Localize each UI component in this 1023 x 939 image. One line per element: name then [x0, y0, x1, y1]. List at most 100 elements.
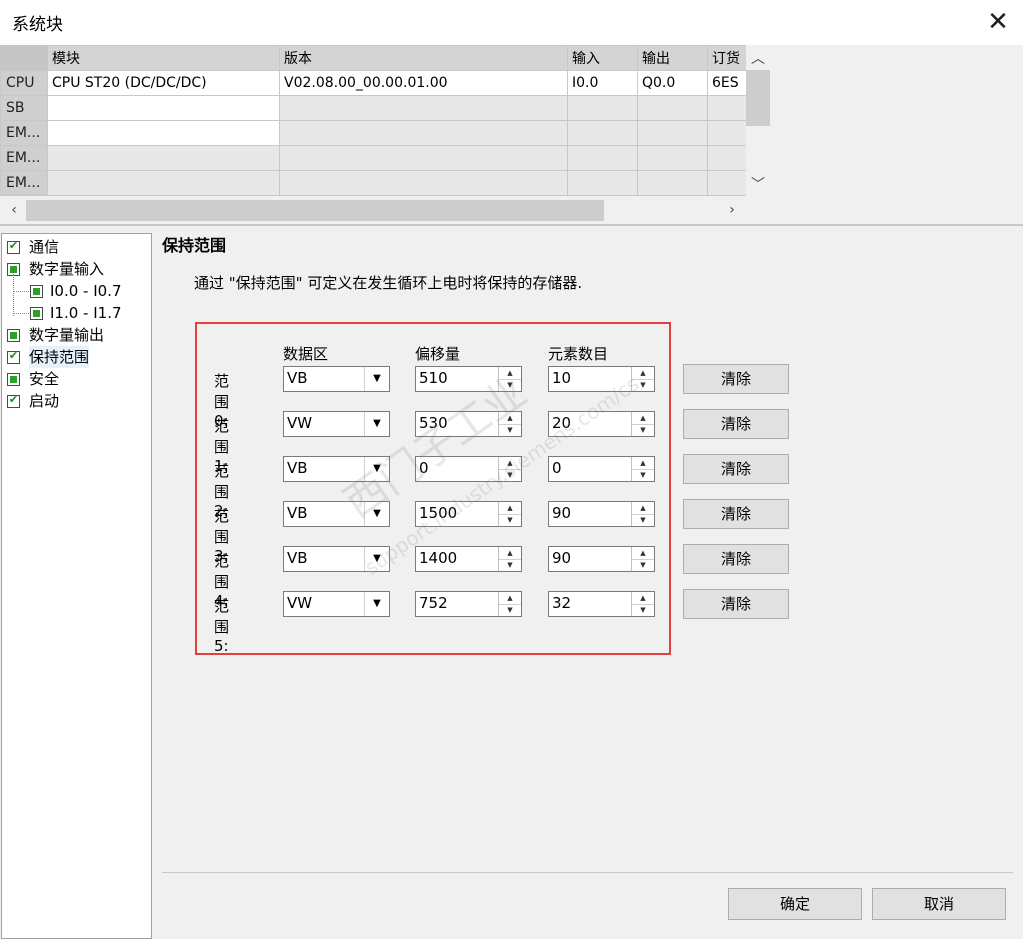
triangle-down-icon[interactable]: ▼	[364, 367, 389, 391]
column-header-input[interactable]: 输入	[567, 45, 638, 71]
spin-buttons: ▲ ▼	[498, 502, 521, 526]
table-row[interactable]: EM...	[0, 145, 747, 171]
offset-spinbox[interactable]: 752 ▲ ▼	[415, 591, 522, 617]
cell-module[interactable]	[47, 145, 280, 171]
tree-connector	[13, 291, 29, 292]
cancel-button[interactable]: 取消	[872, 888, 1006, 920]
tree-item-label: 通信	[29, 238, 60, 256]
cell-order[interactable]	[707, 170, 747, 196]
spin-down-icon[interactable]: ▼	[632, 424, 654, 436]
square-icon	[30, 285, 43, 298]
check-icon: ✔	[7, 393, 20, 408]
cell-order[interactable]: 6ES	[707, 70, 747, 96]
data-area-select[interactable]: VW ▼	[283, 411, 390, 437]
tree-item-label: I1.0 - I1.7	[50, 304, 122, 322]
square-icon	[7, 329, 20, 342]
cell-output[interactable]	[637, 95, 708, 121]
row-header[interactable]: SB	[0, 95, 48, 121]
data-area-select[interactable]: VB ▼	[283, 366, 390, 392]
data-area-value: VB	[287, 504, 308, 522]
cell-order[interactable]	[707, 120, 747, 146]
cell-version[interactable]	[279, 145, 568, 171]
count-spinbox[interactable]: 32 ▲ ▼	[548, 591, 655, 617]
spin-buttons: ▲ ▼	[498, 592, 521, 616]
row-header[interactable]: EM...	[0, 120, 48, 146]
clear-button[interactable]: 清除	[683, 589, 789, 619]
spin-down-icon[interactable]: ▼	[632, 604, 654, 616]
count-spinbox[interactable]: 0 ▲ ▼	[548, 456, 655, 482]
cell-version[interactable]	[279, 95, 568, 121]
triangle-down-icon[interactable]: ▼	[364, 592, 389, 616]
clear-button[interactable]: 清除	[683, 544, 789, 574]
chevron-left-icon[interactable]: ‹	[2, 198, 26, 222]
row-header[interactable]: EM...	[0, 170, 48, 196]
offset-spinbox[interactable]: 1400 ▲ ▼	[415, 546, 522, 572]
table-row[interactable]: SB	[0, 95, 747, 121]
window-title: 系统块	[12, 15, 63, 35]
cell-order[interactable]	[707, 95, 747, 121]
column-header-module[interactable]: 模块	[47, 45, 280, 71]
column-header-version[interactable]: 版本	[279, 45, 568, 71]
cell-module[interactable]	[47, 120, 280, 146]
spin-down-icon[interactable]: ▼	[632, 559, 654, 571]
table-row[interactable]: EM...	[0, 120, 747, 146]
clear-button[interactable]: 清除	[683, 364, 789, 394]
data-area-select[interactable]: VW ▼	[283, 591, 390, 617]
cell-output[interactable]	[637, 170, 708, 196]
column-label-area: 数据区	[283, 345, 329, 363]
chevron-up-icon[interactable]: ︿	[746, 47, 770, 71]
chevron-right-icon[interactable]: ›	[720, 198, 744, 222]
cell-output[interactable]	[637, 145, 708, 171]
spin-down-icon[interactable]: ▼	[632, 469, 654, 481]
cell-version[interactable]: V02.08.00_00.00.01.00	[279, 70, 568, 96]
tree-item-label: 数字量输出	[29, 326, 105, 344]
cell-output[interactable]	[637, 120, 708, 146]
count-spinbox[interactable]: 90 ▲ ▼	[548, 501, 655, 527]
cell-input[interactable]	[567, 95, 638, 121]
cell-input[interactable]	[567, 145, 638, 171]
cell-version[interactable]	[279, 170, 568, 196]
row-header[interactable]: CPU	[0, 70, 48, 96]
spin-down-icon[interactable]: ▼	[499, 604, 521, 616]
cell-module[interactable]	[47, 170, 280, 196]
column-header-order[interactable]: 订货	[707, 45, 747, 71]
table-row[interactable]: EM...	[0, 170, 747, 196]
column-header-output[interactable]: 输出	[637, 45, 708, 71]
count-value: 90	[552, 549, 572, 567]
vertical-scroll-thumb[interactable]	[746, 70, 770, 126]
table-row[interactable]: CPU CPU ST20 (DC/DC/DC) V02.08.00_00.00.…	[0, 70, 747, 96]
triangle-down-icon[interactable]: ▼	[364, 412, 389, 436]
data-area-value: VB	[287, 459, 308, 477]
cell-order[interactable]	[707, 145, 747, 171]
ok-button[interactable]: 确定	[728, 888, 862, 920]
cell-module[interactable]	[47, 95, 280, 121]
spin-down-icon[interactable]: ▼	[632, 514, 654, 526]
clear-button[interactable]: 清除	[683, 454, 789, 484]
offset-value: 752	[419, 594, 448, 612]
cell-output[interactable]: Q0.0	[637, 70, 708, 96]
horizontal-scroll-thumb[interactable]	[26, 200, 604, 221]
spin-down-icon[interactable]: ▼	[499, 559, 521, 571]
tree-connector	[13, 274, 14, 316]
count-value: 10	[552, 369, 572, 387]
tree-connector	[13, 313, 29, 314]
chevron-down-icon[interactable]: ﹀	[746, 173, 770, 197]
cell-input[interactable]	[567, 120, 638, 146]
cell-module[interactable]: CPU ST20 (DC/DC/DC)	[47, 70, 280, 96]
cell-input[interactable]	[567, 170, 638, 196]
cell-version[interactable]	[279, 120, 568, 146]
spin-down-icon[interactable]: ▼	[499, 514, 521, 526]
tree-item-label: 启动	[29, 392, 60, 410]
spin-buttons: ▲ ▼	[631, 547, 654, 571]
count-value: 90	[552, 504, 572, 522]
row-header[interactable]: EM...	[0, 145, 48, 171]
close-button[interactable]: ✕	[980, 6, 1016, 40]
splitter[interactable]	[0, 224, 1023, 226]
square-icon	[7, 373, 20, 386]
count-spinbox[interactable]: 90 ▲ ▼	[548, 546, 655, 572]
clear-button[interactable]: 清除	[683, 499, 789, 529]
cell-input[interactable]: I0.0	[567, 70, 638, 96]
check-icon: ✔	[7, 239, 20, 254]
square-icon	[30, 307, 43, 320]
clear-button[interactable]: 清除	[683, 409, 789, 439]
